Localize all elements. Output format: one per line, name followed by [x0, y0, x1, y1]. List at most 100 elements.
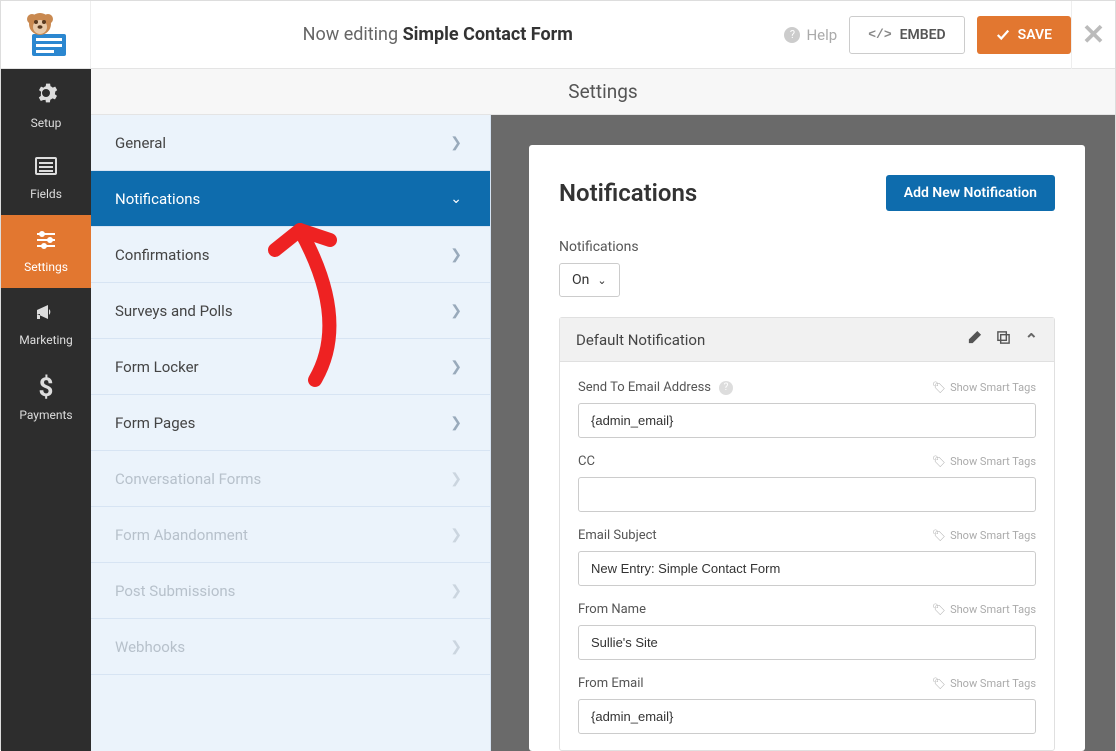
editing-prefix: Now editing: [303, 24, 403, 45]
row-subject: Email Subject 🏷 Show Smart Tags: [578, 528, 1036, 586]
chevron-right-icon: ❯: [450, 639, 462, 655]
row-from-email: From Email 🏷 Show Smart Tags: [578, 676, 1036, 734]
settings-item-webhooks[interactable]: Webhooks❯: [91, 619, 490, 675]
nav-item-settings[interactable]: Settings: [1, 215, 91, 288]
top-bar: Now editing Simple Contact Form ? Help <…: [1, 1, 1115, 69]
subject-input[interactable]: [578, 551, 1036, 586]
card-actions: ⌃: [967, 330, 1038, 349]
nav-label: Settings: [24, 260, 68, 274]
toggle-label: Notifications: [559, 239, 1055, 255]
settings-item-notifications[interactable]: Notifications⌄: [91, 171, 490, 227]
tag-icon: 🏷: [932, 455, 946, 468]
send-to-input[interactable]: [578, 403, 1036, 438]
close-button[interactable]: ✕: [1082, 21, 1105, 49]
smart-label: Show Smart Tags: [950, 677, 1036, 690]
settings-item-abandonment[interactable]: Form Abandonment❯: [91, 507, 490, 563]
tag-icon: 🏷: [932, 677, 946, 690]
body: Setup Fields Settings Marketing $ Paymen…: [1, 69, 1115, 751]
nav-item-setup[interactable]: Setup: [1, 69, 91, 142]
settings-item-label: Confirmations: [115, 246, 209, 264]
settings-item-label: General: [115, 134, 166, 152]
embed-label: EMBED: [900, 27, 946, 43]
settings-item-postsubmissions[interactable]: Post Submissions ❯: [91, 563, 490, 619]
card-title: Default Notification: [576, 331, 705, 349]
settings-item-label: Surveys and Polls: [115, 302, 233, 320]
smart-tags-link[interactable]: 🏷 Show Smart Tags: [932, 603, 1036, 616]
row-cc: CC 🏷 Show Smart Tags: [578, 454, 1036, 512]
from-email-label: From Email: [578, 676, 644, 691]
bullhorn-icon: [34, 302, 58, 328]
from-name-label: From Name: [578, 602, 646, 617]
smart-tags-link[interactable]: 🏷 Show Smart Tags: [932, 381, 1036, 394]
chevron-right-icon: ❯: [450, 415, 462, 431]
nav-item-fields[interactable]: Fields: [1, 142, 91, 215]
settings-item-label: Form Abandonment: [115, 526, 248, 544]
check-icon: [996, 28, 1010, 42]
settings-item-label: Post Submissions: [115, 582, 235, 600]
left-nav: Setup Fields Settings Marketing $ Paymen…: [1, 69, 91, 751]
settings-item-formlocker[interactable]: Form Locker ❯: [91, 339, 490, 395]
settings-item-surveys[interactable]: Surveys and Polls ❯: [91, 283, 490, 339]
smart-label: Show Smart Tags: [950, 529, 1036, 542]
help-icon[interactable]: ?: [719, 381, 733, 395]
add-notification-button[interactable]: Add New Notification: [886, 175, 1055, 211]
copy-icon[interactable]: [996, 330, 1011, 349]
help-label: Help: [806, 26, 837, 44]
settings-item-conversational[interactable]: Conversational Forms❯: [91, 451, 490, 507]
smart-tags-link[interactable]: 🏷 Show Smart Tags: [932, 455, 1036, 468]
form-name: Simple Contact Form: [403, 24, 573, 45]
embed-button[interactable]: </> EMBED: [849, 16, 964, 54]
nav-item-payments[interactable]: $ Payments: [1, 361, 91, 434]
from-email-input[interactable]: [578, 699, 1036, 734]
toggle-group: Notifications On ⌄: [559, 239, 1055, 297]
settings-item-label: Form Pages: [115, 414, 195, 432]
embed-icon: </>: [868, 27, 891, 42]
smart-tags-link[interactable]: 🏷 Show Smart Tags: [932, 677, 1036, 690]
close-cell: ✕: [1071, 1, 1115, 69]
card-head: Default Notification ⌃: [560, 318, 1054, 362]
settings-item-label: Form Locker: [115, 358, 199, 376]
tag-icon: 🏷: [932, 529, 946, 542]
chevron-right-icon: ❯: [450, 359, 462, 375]
save-button[interactable]: SAVE: [977, 16, 1071, 54]
main-column: Settings General❯ Notifications⌄ Confirm…: [91, 69, 1115, 751]
settings-item-confirmations[interactable]: Confirmations ❯: [91, 227, 490, 283]
smart-tags-link[interactable]: 🏷 Show Smart Tags: [932, 529, 1036, 542]
chevron-right-icon: ❯: [450, 303, 462, 319]
toggle-value: On: [572, 272, 589, 288]
sub-header-title: Settings: [568, 80, 637, 103]
subject-label: Email Subject: [578, 528, 657, 543]
main-row: General❯ Notifications⌄ Confirmations❯ S…: [91, 115, 1115, 751]
nav-label: Payments: [19, 408, 72, 422]
smart-label: Show Smart Tags: [950, 381, 1036, 394]
panel-head: Notifications Add New Notification: [559, 175, 1055, 211]
chevron-up-icon[interactable]: ⌃: [1025, 330, 1038, 349]
chevron-right-icon: ❯: [450, 583, 462, 599]
chevron-down-icon: ⌄: [597, 274, 606, 287]
smart-label: Show Smart Tags: [950, 455, 1036, 468]
card-body: Send To Email Address? 🏷Show Smart Tags …: [560, 362, 1054, 734]
chevron-right-icon: ❯: [450, 135, 462, 151]
settings-list: General ❯ Notifications⌄ Confirmations ❯ S…: [91, 115, 491, 751]
settings-item-general[interactable]: General ❯: [91, 115, 490, 171]
nav-item-marketing[interactable]: Marketing: [1, 288, 91, 361]
notifications-toggle[interactable]: On ⌄: [559, 263, 620, 297]
smart-label: Show Smart Tags: [950, 603, 1036, 616]
chevron-right-icon: ❯: [450, 247, 462, 263]
nav-label: Setup: [31, 116, 62, 130]
from-name-input[interactable]: [578, 625, 1036, 660]
tag-icon: 🏷: [932, 381, 946, 394]
row-send-to: Send To Email Address? 🏷Show Smart Tags: [578, 380, 1036, 438]
cc-label: CC: [578, 454, 595, 469]
sliders-icon: [34, 229, 58, 255]
settings-item-formpages[interactable]: Form Pages ❯: [91, 395, 490, 451]
settings-item-label: Conversational Forms: [115, 470, 261, 488]
panel-title: Notifications: [559, 179, 697, 207]
tag-icon: 🏷: [932, 603, 946, 616]
edit-icon[interactable]: [967, 330, 982, 349]
nav-label: Marketing: [19, 333, 73, 347]
help-icon: ?: [784, 27, 800, 43]
top-actions: ? Help </> EMBED SAVE: [784, 16, 1071, 54]
help-link[interactable]: ? Help: [784, 26, 837, 44]
cc-input[interactable]: [578, 477, 1036, 512]
